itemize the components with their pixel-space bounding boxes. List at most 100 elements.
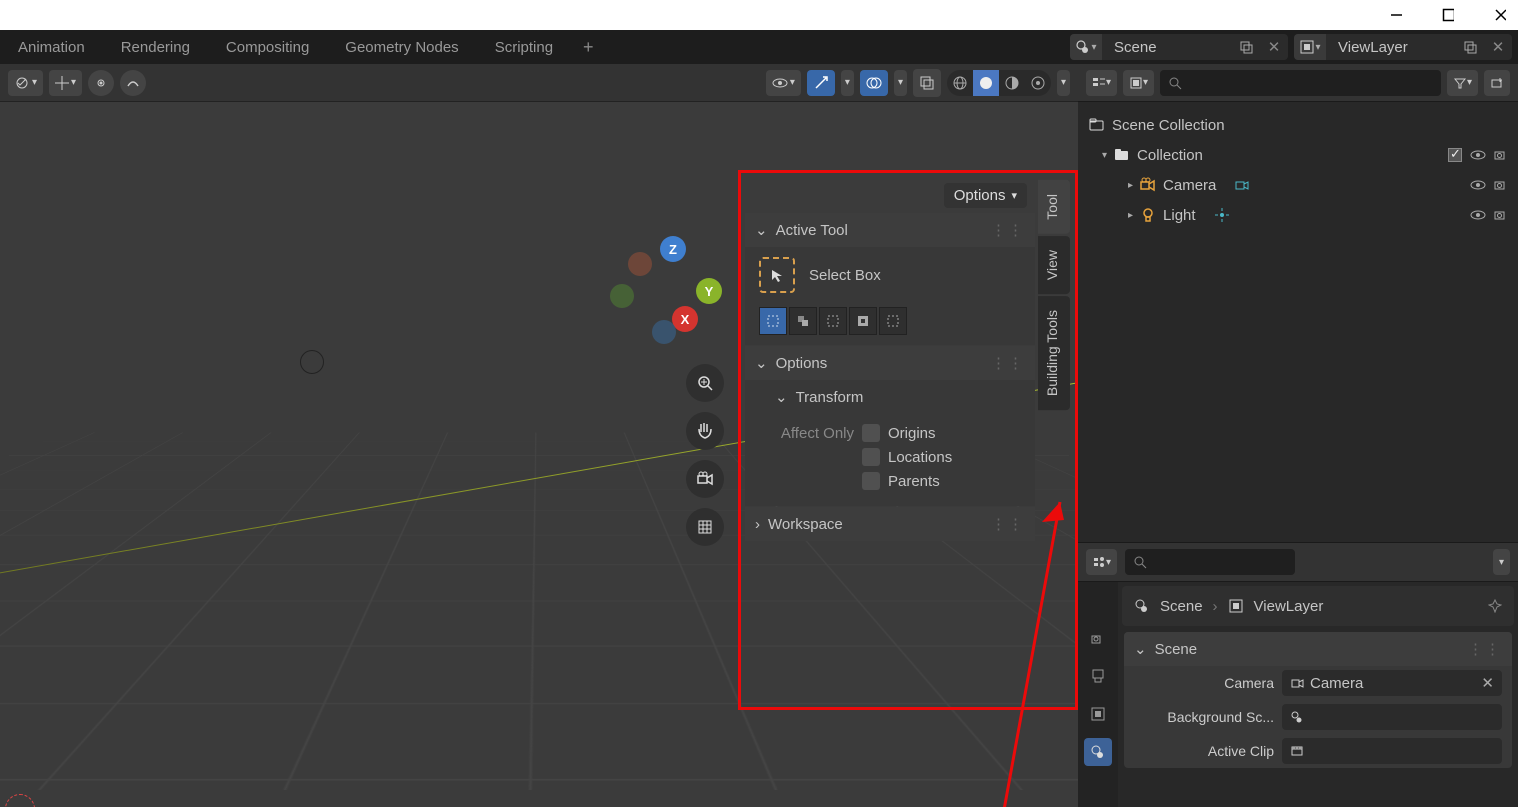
properties-editor-type[interactable]: ▾ <box>1086 549 1117 575</box>
tab-add-button[interactable]: + <box>571 37 606 58</box>
ptab-scene[interactable] <box>1084 738 1112 766</box>
drag-handle-icon[interactable]: ⋮⋮ <box>991 221 1025 239</box>
disclosure-triangle-icon[interactable]: ▸ <box>1128 210 1133 221</box>
outliner-display-mode[interactable]: ▾ <box>1123 70 1154 96</box>
checkbox-locations[interactable] <box>862 448 880 466</box>
gizmo-axis-z[interactable]: Z <box>660 236 686 262</box>
window-close-button[interactable] <box>1494 9 1506 21</box>
navigation-gizmo[interactable]: Z Y X <box>610 234 730 354</box>
shading-solid[interactable] <box>973 70 999 96</box>
viewlayer-new-button[interactable] <box>1458 35 1482 59</box>
crumb-scene[interactable]: Scene <box>1160 598 1203 615</box>
shading-rendered[interactable] <box>1025 70 1051 96</box>
tree-label: Camera <box>1163 177 1216 194</box>
crumb-viewlayer[interactable]: ViewLayer <box>1254 598 1324 615</box>
chevron-right-icon: › <box>755 516 760 533</box>
section-header-workspace[interactable]: › Workspace ⋮⋮ <box>745 507 1035 541</box>
checkbox-parents[interactable] <box>862 472 880 490</box>
camera-field-clear[interactable]: ✕ <box>1481 674 1494 692</box>
tab-scripting[interactable]: Scripting <box>477 30 571 64</box>
shading-material[interactable] <box>999 70 1025 96</box>
gizmo-axis-x[interactable]: X <box>672 306 698 332</box>
tab-rendering[interactable]: Rendering <box>103 30 208 64</box>
outliner-new-collection-button[interactable] <box>1484 70 1510 96</box>
tree-row-camera[interactable]: ▸ Camera <box>1082 170 1514 200</box>
tree-row-scene-collection[interactable]: Scene Collection <box>1082 110 1514 140</box>
select-mode-intersect[interactable] <box>879 307 907 335</box>
camera-render-icon[interactable] <box>1494 179 1508 191</box>
ptab-render[interactable] <box>1084 624 1112 652</box>
shading-dropdown[interactable]: ▾ <box>1057 70 1070 96</box>
camera-view-button[interactable] <box>686 460 724 498</box>
camera-render-icon[interactable] <box>1494 209 1508 221</box>
window-maximize-button[interactable] <box>1442 9 1454 21</box>
gizmo-axis-y[interactable]: Y <box>696 278 722 304</box>
pivot-icon[interactable] <box>88 70 114 96</box>
ptab-output[interactable] <box>1084 662 1112 690</box>
editor-type-dropdown[interactable]: ▾ <box>8 70 43 96</box>
disclosure-triangle-icon[interactable]: ▸ <box>1128 180 1133 191</box>
properties-options-dropdown[interactable]: ▾ <box>1493 549 1510 575</box>
snap-curve-icon[interactable] <box>120 70 146 96</box>
tab-compositing[interactable]: Compositing <box>208 30 327 64</box>
viewlayer-selector[interactable]: ▾ ViewLayer ✕ <box>1294 34 1512 60</box>
active-clip-field[interactable] <box>1282 738 1502 764</box>
eye-icon[interactable] <box>1470 209 1486 221</box>
cursor-tool-icon[interactable]: ▾ <box>49 70 82 96</box>
drag-handle-icon[interactable]: ⋮⋮ <box>991 354 1025 372</box>
gizmo-dropdown[interactable]: ▾ <box>841 70 854 96</box>
zoom-button[interactable] <box>686 364 724 402</box>
disclosure-triangle-icon[interactable]: ▾ <box>1102 150 1107 161</box>
subsection-header-transform[interactable]: ⌄ Transform <box>745 380 1035 414</box>
select-mode-extend[interactable] <box>789 307 817 335</box>
shading-wireframe[interactable] <box>947 70 973 96</box>
select-mode-invert[interactable] <box>849 307 877 335</box>
scene-name[interactable]: Scene <box>1102 39 1232 56</box>
n-panel: Options ▾ ⌄ Active Tool ⋮⋮ Select Box <box>745 177 1035 677</box>
perspective-toggle-button[interactable] <box>686 508 724 546</box>
options-dropdown[interactable]: Options ▾ <box>944 183 1027 208</box>
drag-handle-icon[interactable]: ⋮⋮ <box>991 515 1025 533</box>
tab-animation[interactable]: Animation <box>0 30 103 64</box>
section-header-scene-props[interactable]: ⌄ Scene ⋮⋮ <box>1124 632 1512 666</box>
scene-new-linked-button[interactable] <box>1234 35 1258 59</box>
viewlayer-name[interactable]: ViewLayer <box>1326 39 1456 56</box>
background-scene-field[interactable] <box>1282 704 1502 730</box>
select-mode-set[interactable] <box>759 307 787 335</box>
drag-handle-icon[interactable]: ⋮⋮ <box>1468 640 1502 658</box>
section-header-active-tool[interactable]: ⌄ Active Tool ⋮⋮ <box>745 213 1035 247</box>
overlay-dropdown[interactable]: ▾ <box>894 70 907 96</box>
outliner-search[interactable] <box>1160 70 1441 96</box>
visibility-dropdown[interactable]: ▾ <box>766 70 801 96</box>
scene-delete-button[interactable]: ✕ <box>1262 35 1286 59</box>
pin-icon[interactable] <box>1488 599 1502 613</box>
overlay-toggle[interactable] <box>860 70 888 96</box>
camera-field-value[interactable]: Camera ✕ <box>1282 670 1502 696</box>
vtab-view[interactable]: View <box>1038 236 1070 294</box>
xray-toggle[interactable] <box>913 69 941 97</box>
affect-option-parents: Parents <box>888 473 940 490</box>
tab-geometry-nodes[interactable]: Geometry Nodes <box>327 30 476 64</box>
outliner-filter-button[interactable]: ▾ <box>1447 70 1478 96</box>
window-minimize-button[interactable] <box>1390 9 1402 21</box>
select-mode-subtract[interactable] <box>819 307 847 335</box>
collection-checkbox[interactable] <box>1448 148 1462 162</box>
vtab-building-tools[interactable]: Building Tools <box>1038 296 1070 410</box>
scene-selector[interactable]: ▾ Scene ✕ <box>1070 34 1288 60</box>
checkbox-origins[interactable] <box>862 424 880 442</box>
viewlayer-delete-button[interactable]: ✕ <box>1486 35 1510 59</box>
3d-viewport[interactable]: Z Y X Options ▾ ⌄ Active Tool <box>0 102 1078 807</box>
eye-icon[interactable] <box>1470 149 1486 161</box>
tree-row-light[interactable]: ▸ Light <box>1082 200 1514 230</box>
eye-icon[interactable] <box>1470 179 1486 191</box>
section-header-options[interactable]: ⌄ Options ⋮⋮ <box>745 346 1035 380</box>
outliner-editor-type[interactable]: ▾ <box>1086 70 1117 96</box>
gizmo-toggle[interactable] <box>807 70 835 96</box>
tree-row-collection[interactable]: ▾ Collection <box>1082 140 1514 170</box>
pan-button[interactable] <box>686 412 724 450</box>
properties-search[interactable] <box>1125 549 1295 575</box>
camera-render-icon[interactable] <box>1494 149 1508 161</box>
chevron-right-icon: › <box>1213 598 1218 615</box>
ptab-viewlayer[interactable] <box>1084 700 1112 728</box>
vtab-tool[interactable]: Tool <box>1038 180 1070 234</box>
